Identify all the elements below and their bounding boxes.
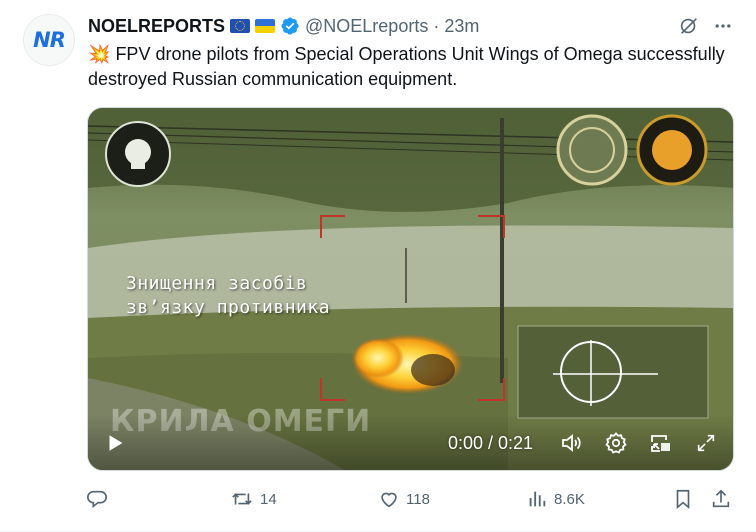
tweet-text: 💥 FPV drone pilots from Special Operatio… xyxy=(88,42,728,92)
tweet-body: FPV drone pilots from Special Operations… xyxy=(88,44,725,89)
views-icon xyxy=(526,488,548,510)
action-bar: 14 118 8.6K xyxy=(80,484,740,514)
eu-flag-icon xyxy=(230,19,251,33)
volume-icon[interactable] xyxy=(558,430,584,456)
video-caption: Знищення засобів зв’язку противника xyxy=(126,272,330,320)
more-icon[interactable] xyxy=(711,14,735,38)
video-caption-line-2: зв’язку противника xyxy=(126,297,331,318)
share-button[interactable] xyxy=(710,484,732,514)
avatar-logo: NR xyxy=(33,28,66,52)
tweet-header: NOELREPORTS @NOELreports · 23m xyxy=(88,14,479,38)
avatar[interactable]: NR xyxy=(23,14,75,66)
repost-count: 14 xyxy=(260,490,277,508)
collision-emoji-icon: 💥 xyxy=(88,44,111,64)
like-icon xyxy=(378,488,400,510)
views-count: 8.6K xyxy=(554,490,585,508)
share-icon xyxy=(710,488,732,510)
ukraine-flag-icon xyxy=(255,19,276,33)
bookmark-icon xyxy=(672,488,694,510)
video-time: 0:00 / 0:21 xyxy=(448,433,534,453)
video-controls: 0:00 / 0:21 xyxy=(88,414,733,470)
settings-icon[interactable] xyxy=(603,430,629,456)
like-button[interactable]: 118 xyxy=(378,484,430,514)
repost-button[interactable]: 14 xyxy=(230,484,277,514)
play-icon[interactable] xyxy=(102,430,128,456)
author-handle[interactable]: @NOELreports xyxy=(305,16,428,37)
views-button[interactable]: 8.6K xyxy=(526,484,585,514)
picture-in-picture-icon[interactable] xyxy=(648,430,674,456)
like-count: 118 xyxy=(406,490,430,508)
video-player[interactable]: Знищення засобів зв’язку противника КРИЛ… xyxy=(87,107,734,471)
separator-dot: · xyxy=(433,15,440,36)
reply-button[interactable] xyxy=(86,484,114,514)
fullscreen-icon[interactable] xyxy=(693,430,719,456)
video-caption-line-1: Знищення засобів xyxy=(126,273,308,294)
verified-badge-icon[interactable] xyxy=(280,16,300,36)
tweet-card[interactable]: NR NOELREPORTS @NOELreports · 23m 💥 FPV … xyxy=(0,0,756,532)
author-name[interactable]: NOELREPORTS xyxy=(88,16,225,37)
grok-icon[interactable] xyxy=(677,14,701,38)
repost-icon xyxy=(230,488,254,510)
post-time[interactable]: 23m xyxy=(444,16,479,37)
bookmark-button[interactable] xyxy=(672,484,694,514)
reply-icon xyxy=(86,488,108,510)
